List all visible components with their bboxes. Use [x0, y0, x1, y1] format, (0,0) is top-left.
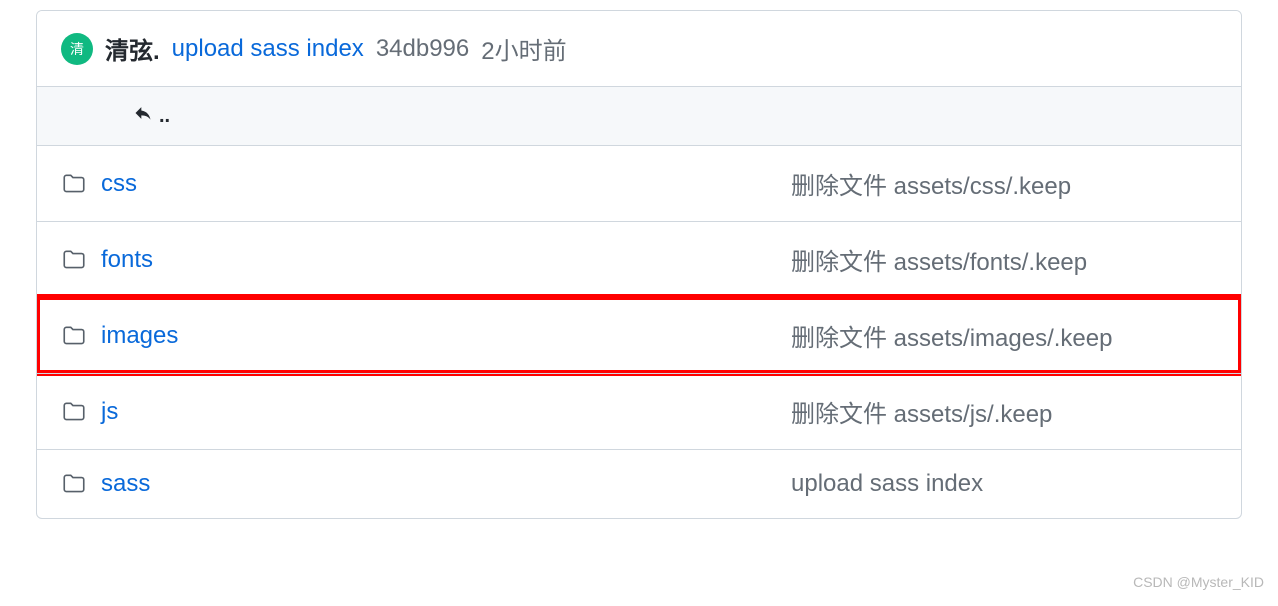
folder-icon	[61, 247, 87, 273]
file-row: sass upload sass index	[37, 449, 1241, 518]
file-name-cell: js	[61, 398, 791, 426]
file-name-cell: images	[61, 322, 791, 350]
author-name[interactable]: 清弦.	[105, 31, 160, 66]
commit-message-cell[interactable]: 删除文件 assets/css/.keep	[791, 166, 1217, 201]
parent-directory-link[interactable]: ..	[37, 86, 1241, 145]
folder-link[interactable]: css	[101, 170, 137, 198]
file-name-cell: fonts	[61, 246, 791, 274]
watermark: CSDN @Myster_KID	[1133, 574, 1264, 590]
commit-message-cell[interactable]: 删除文件 assets/images/.keep	[791, 318, 1217, 353]
reply-arrow-icon	[133, 103, 153, 129]
file-name-cell: sass	[61, 470, 791, 498]
file-row: fonts 删除文件 assets/fonts/.keep	[37, 221, 1241, 297]
commit-message-link[interactable]: upload sass index	[172, 35, 364, 63]
folder-link[interactable]: sass	[101, 470, 150, 498]
folder-icon	[61, 171, 87, 197]
folder-link[interactable]: images	[101, 322, 178, 350]
file-row: css 删除文件 assets/css/.keep	[37, 145, 1241, 221]
commit-message-cell[interactable]: 删除文件 assets/fonts/.keep	[791, 242, 1217, 277]
folder-link[interactable]: fonts	[101, 246, 153, 274]
parent-dots: ..	[159, 105, 170, 128]
commit-hash[interactable]: 34db996	[376, 35, 469, 63]
file-name-cell: css	[61, 170, 791, 198]
latest-commit-header: 清 清弦. upload sass index 34db996 2小时前	[37, 11, 1241, 86]
folder-link[interactable]: js	[101, 398, 118, 426]
file-row: images 删除文件 assets/images/.keep	[37, 297, 1241, 373]
author-avatar[interactable]: 清	[61, 33, 93, 65]
folder-icon	[61, 471, 87, 497]
file-list: css 删除文件 assets/css/.keep fonts 删除文件 assets…	[37, 145, 1241, 518]
folder-icon	[61, 323, 87, 349]
commit-time: 2小时前	[481, 31, 566, 66]
file-browser-panel: 清 清弦. upload sass index 34db996 2小时前 .. …	[36, 10, 1242, 519]
commit-message-cell[interactable]: 删除文件 assets/js/.keep	[791, 394, 1217, 429]
file-row: js 删除文件 assets/js/.keep	[37, 373, 1241, 449]
commit-message-cell[interactable]: upload sass index	[791, 470, 1217, 498]
folder-icon	[61, 399, 87, 425]
